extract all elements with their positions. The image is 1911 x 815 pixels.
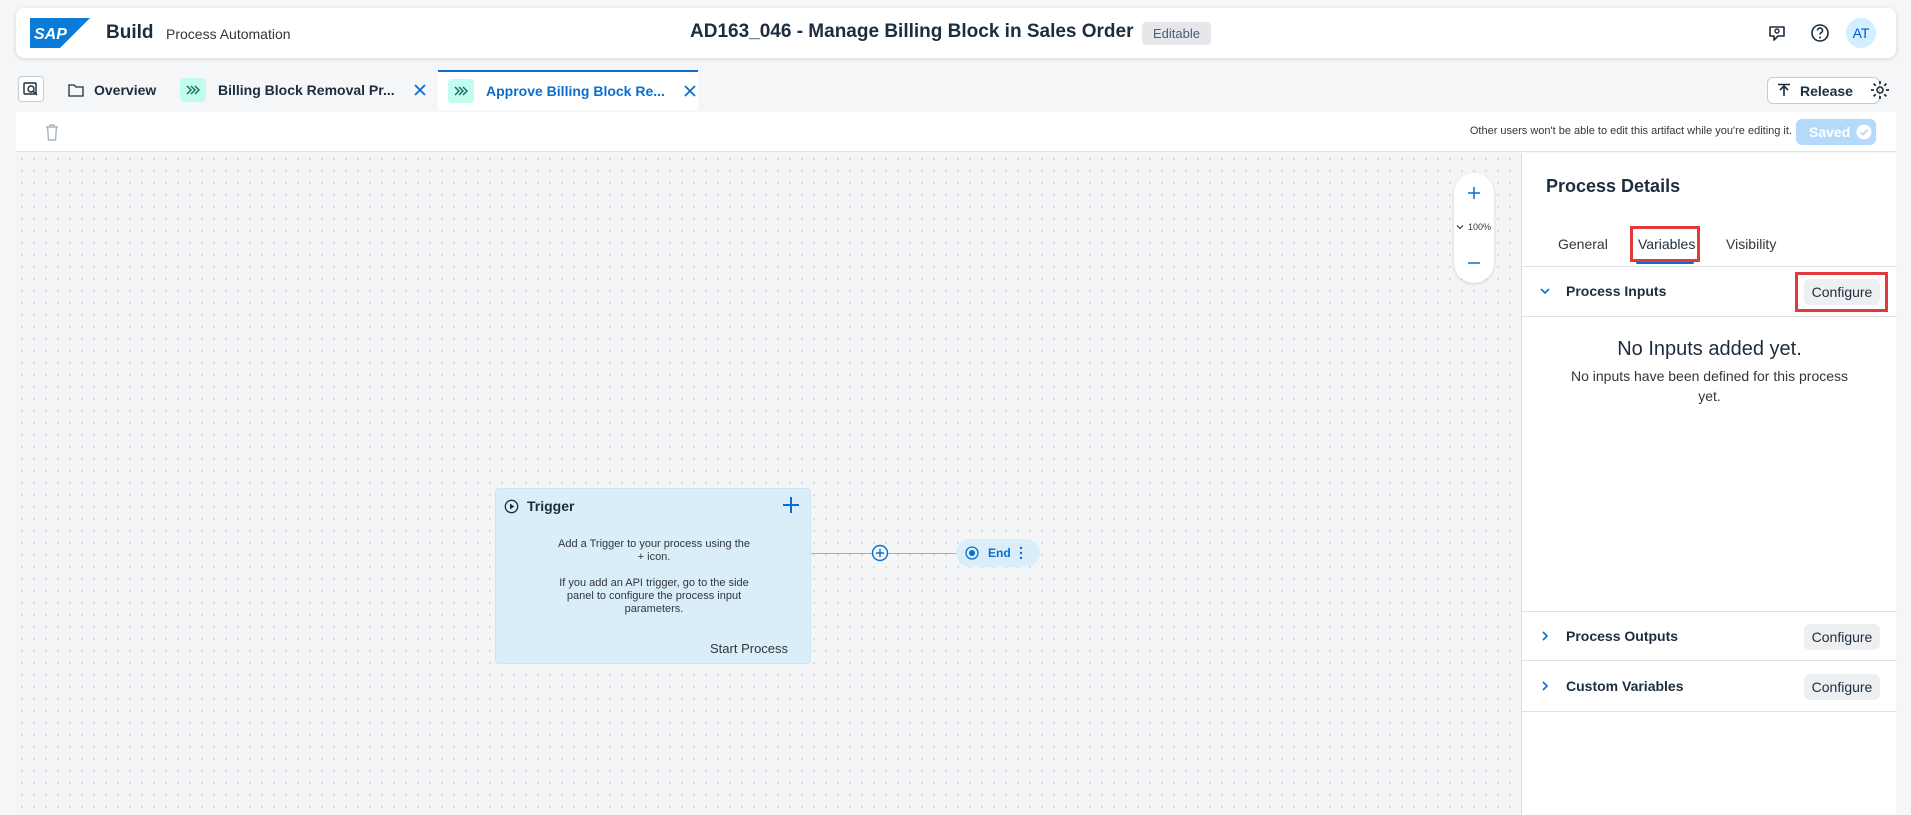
tab-label: Approve Billing Block Re...: [486, 83, 665, 99]
trigger-node[interactable]: Trigger Add a Trigger to your process us…: [495, 488, 811, 664]
tab-label: Billing Block Removal Pr...: [218, 82, 395, 98]
start-process-label: Start Process: [710, 641, 789, 656]
panel-title: Process Details: [1546, 176, 1681, 196]
gear-icon[interactable]: [1868, 78, 1892, 102]
trigger-description: Add a Trigger to your process using the …: [554, 538, 754, 616]
empty-state-description: No inputs have been defined for this pro…: [1570, 368, 1849, 404]
tab-overview[interactable]: Overview: [68, 70, 178, 110]
tab-general[interactable]: General: [1558, 236, 1608, 252]
edit-lock-message: Other users won't be able to edit this a…: [1469, 125, 1792, 137]
trigger-description-line: If you add an API trigger, go to the sid…: [559, 577, 749, 615]
zoom-control: 100%: [1454, 173, 1494, 283]
add-icon[interactable]: [782, 496, 800, 514]
sap-logo-text: SAP: [34, 26, 67, 43]
tab-billing-block-removal[interactable]: Billing Block Removal Pr...: [180, 70, 440, 110]
zoom-out-icon[interactable]: [1466, 255, 1482, 271]
status-badge: Editable: [1142, 22, 1211, 45]
saved-label: Saved: [1809, 124, 1851, 140]
process-details-panel: Process Details General Variables Visibi…: [1521, 153, 1897, 815]
play-icon: [504, 499, 519, 514]
toggle-navigation-button[interactable]: [18, 76, 44, 102]
process-flow-icon: [448, 79, 474, 103]
folder-icon: [68, 84, 84, 97]
highlight-box: [1795, 272, 1888, 312]
saved-button[interactable]: Saved: [1796, 119, 1876, 145]
flow-connector: [811, 553, 971, 554]
delete-icon[interactable]: [44, 123, 60, 141]
sap-logo[interactable]: SAP: [30, 18, 90, 48]
section-process-inputs[interactable]: Process Inputs Configure: [1522, 267, 1897, 317]
end-node[interactable]: End: [956, 539, 1040, 567]
help-icon[interactable]: [1809, 22, 1831, 44]
avatar[interactable]: AT: [1846, 18, 1876, 48]
trigger-title: Trigger: [527, 498, 575, 514]
close-icon[interactable]: [413, 83, 427, 97]
close-icon[interactable]: [683, 84, 697, 98]
process-flow-icon: [180, 78, 206, 102]
configure-variables-button[interactable]: Configure: [1804, 674, 1880, 700]
release-button[interactable]: Release: [1767, 77, 1880, 104]
trigger-description-line: Add a Trigger to your process using the …: [558, 538, 750, 563]
stop-icon: [965, 546, 979, 560]
chevron-down-icon[interactable]: [1539, 285, 1551, 297]
chevron-right-icon[interactable]: [1539, 630, 1551, 642]
section-label: Custom Variables: [1566, 678, 1684, 694]
tab-bar: Overview Billing Block Removal Pr... App…: [16, 70, 1896, 110]
highlight-box: [1630, 226, 1700, 262]
upload-icon: [1778, 83, 1790, 96]
end-label: End: [988, 546, 1011, 560]
shell-bar: SAP Build Process Automation AD163_046 -…: [16, 8, 1896, 58]
notifications-icon[interactable]: [1766, 22, 1788, 44]
app-subtitle: Process Automation: [166, 26, 291, 42]
section-custom-variables[interactable]: Custom Variables Configure: [1522, 662, 1897, 712]
zoom-in-icon[interactable]: [1466, 185, 1482, 201]
add-step-icon[interactable]: [871, 544, 889, 562]
app-name[interactable]: Build: [106, 22, 154, 44]
process-canvas[interactable]: 100% Trigger Add a Trigger to your proce…: [16, 153, 1521, 815]
section-label: Process Inputs: [1566, 283, 1667, 299]
chevron-right-icon[interactable]: [1539, 680, 1551, 692]
empty-state-title: No Inputs added yet.: [1617, 338, 1802, 360]
page-title: AD163_046 - Manage Billing Block in Sale…: [690, 21, 1134, 42]
zoom-level: 100%: [1468, 222, 1492, 232]
section-process-outputs[interactable]: Process Outputs Configure: [1522, 611, 1897, 661]
search-document-icon: [23, 82, 38, 96]
chevron-down-icon[interactable]: [1456, 223, 1464, 231]
configure-outputs-button[interactable]: Configure: [1804, 624, 1880, 650]
more-options-icon[interactable]: [1018, 546, 1024, 560]
tab-visibility[interactable]: Visibility: [1726, 236, 1776, 252]
editor-toolbar: Other users won't be able to edit this a…: [16, 112, 1896, 152]
release-label: Release: [1800, 82, 1853, 99]
check-icon: [1856, 124, 1872, 140]
tab-approve-billing-block[interactable]: Approve Billing Block Re...: [438, 70, 698, 110]
section-label: Process Outputs: [1566, 628, 1679, 644]
tab-label: Overview: [94, 82, 157, 98]
